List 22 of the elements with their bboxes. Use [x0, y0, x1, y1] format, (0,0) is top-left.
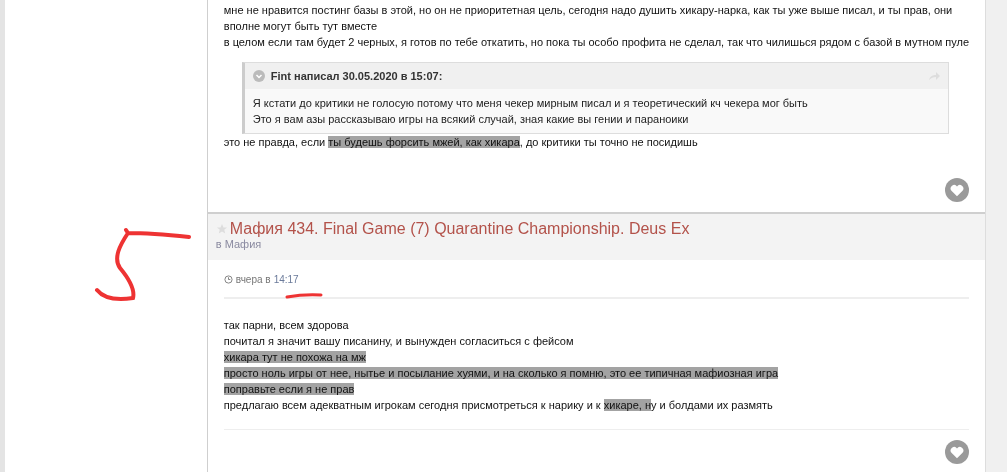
heart-icon: [950, 183, 965, 197]
thread-title[interactable]: Мафия 434. Final Game (7) Quarantine Championship. Deus Ex: [229, 220, 690, 238]
clock-icon: [223, 275, 233, 284]
post-text-line: это не правда, если ты будешь форсить мжей, как хикара, до критики ты точно не посидишь: [223, 135, 699, 150]
like-button[interactable]: [945, 440, 970, 464]
post-text-line: так парни, всем здорова: [223, 318, 350, 333]
forum-link[interactable]: в Мафия: [215, 238, 978, 250]
underline-drawing: [284, 292, 324, 300]
post-text-line: предлагаю всем адекватным игрокам сегодня присмотреться к нарику и к хикаре, ну и болдами их размять: [223, 398, 774, 413]
post-text-line: в целом если там будет 2 черных, я готов по тебе откатить, но пока ты особо профита не сделал, так что чилишься рядом с базой в мутном пуле: [223, 35, 970, 50]
like-button[interactable]: [945, 178, 970, 202]
collapse-icon[interactable]: [252, 70, 265, 82]
post-text-line: почитал я значит вашу писанину, и вынужден согласиться с фейсом: [223, 334, 575, 349]
heart-icon: [950, 445, 965, 459]
post-date: вчера в: [235, 274, 271, 285]
post-text-line: мне не нравится постинг базы в этой, но он не приоритетная цель, сегодня надо душить хикару-нарка, как ты уже выше писал, и ты прав, они: [223, 3, 954, 18]
quote-text-line: Я кстати до критики не голосую потому что меня чекер мирным писал и я теоретический кч чекера мог быть: [252, 96, 809, 111]
scrollbar[interactable]: [985, 0, 1007, 472]
post-time[interactable]: 14:17: [273, 274, 299, 285]
post-text-line: вполне могут быть тут вместе: [223, 19, 379, 34]
quote-author: Fint написал 30.05.2020 в 15:07:: [270, 70, 443, 82]
quote-text-line: Это я вам азы рассказываю игры на всякий случай, зная какие вы гении и параноики: [252, 112, 690, 127]
